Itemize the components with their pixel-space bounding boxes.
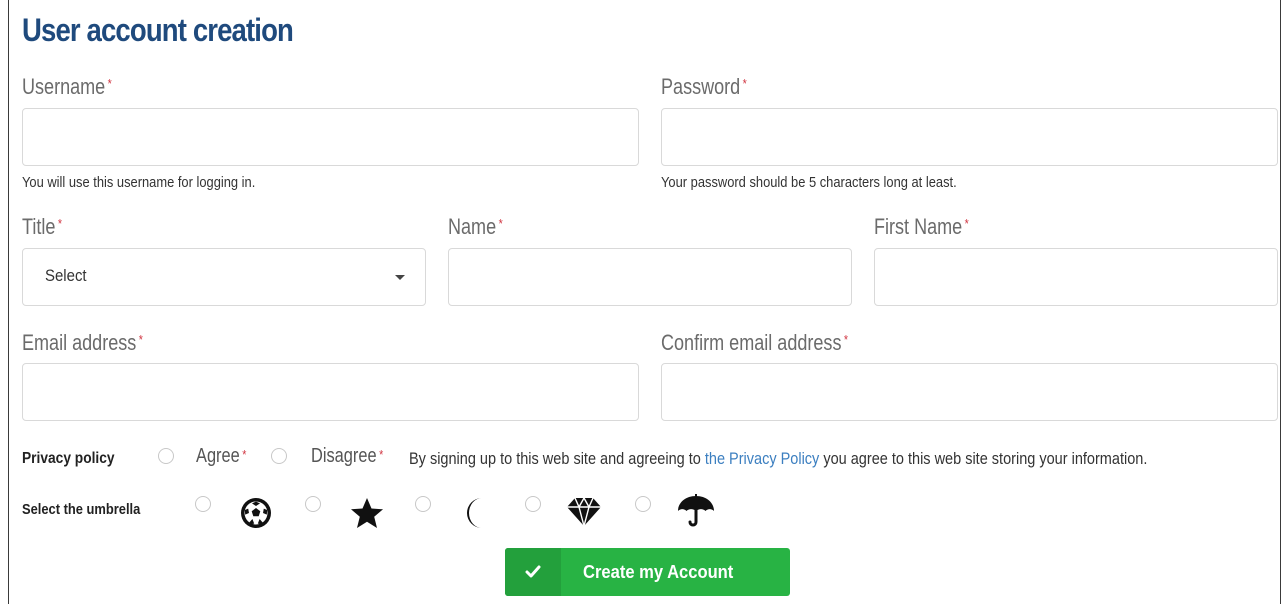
privacy-policy-link[interactable]: the Privacy Policy bbox=[705, 449, 819, 468]
umbrella-captcha-label: Select the umbrella bbox=[22, 501, 141, 518]
email-label: Email address * bbox=[22, 330, 143, 355]
first-name-label: First Name * bbox=[874, 214, 969, 239]
privacy-disagree-label: Disagree * bbox=[311, 445, 384, 467]
username-input[interactable] bbox=[22, 108, 639, 166]
privacy-disagree-radio[interactable] bbox=[271, 448, 287, 464]
umbrella-option-4-radio[interactable] bbox=[525, 496, 541, 512]
title-select[interactable]: Select bbox=[22, 248, 426, 306]
username-label: Username * bbox=[22, 74, 112, 99]
name-label: Name * bbox=[448, 214, 503, 239]
button-icon-zone bbox=[505, 548, 561, 596]
name-input[interactable] bbox=[448, 248, 852, 306]
password-input[interactable] bbox=[661, 108, 1278, 166]
confirm-email-label: Confirm email address * bbox=[661, 330, 849, 355]
title-label: Title * bbox=[22, 214, 63, 239]
username-hint: You will use this username for logging i… bbox=[22, 174, 256, 191]
create-account-button-label: Create my Account bbox=[583, 562, 734, 582]
star-icon bbox=[351, 498, 383, 528]
privacy-policy-label: Privacy policy bbox=[22, 450, 115, 467]
password-label: Password * bbox=[661, 74, 747, 99]
umbrella-option-5-radio[interactable] bbox=[635, 496, 651, 512]
checkmark-icon bbox=[525, 565, 541, 578]
chevron-down-icon bbox=[395, 275, 405, 280]
umbrella-option-2-radio[interactable] bbox=[305, 496, 321, 512]
email-input[interactable] bbox=[22, 363, 639, 421]
password-hint: Your password should be 5 characters lon… bbox=[661, 174, 957, 191]
soccer-ball-icon bbox=[241, 498, 271, 528]
umbrella-option-3-radio[interactable] bbox=[415, 496, 431, 512]
first-name-input[interactable] bbox=[874, 248, 1278, 306]
confirm-email-input[interactable] bbox=[661, 363, 1278, 421]
umbrella-option-1-radio[interactable] bbox=[195, 496, 211, 512]
umbrella-icon bbox=[678, 494, 714, 527]
create-account-button[interactable]: Create my Account bbox=[505, 548, 790, 596]
page-title: User account creation bbox=[22, 12, 294, 48]
title-select-value: Select bbox=[45, 266, 87, 285]
moon-icon bbox=[467, 498, 482, 528]
diamond-icon bbox=[567, 497, 601, 527]
privacy-statement: By signing up to this web site and agree… bbox=[409, 449, 1148, 468]
privacy-agree-radio[interactable] bbox=[158, 448, 174, 464]
privacy-agree-label: Agree * bbox=[196, 445, 247, 467]
